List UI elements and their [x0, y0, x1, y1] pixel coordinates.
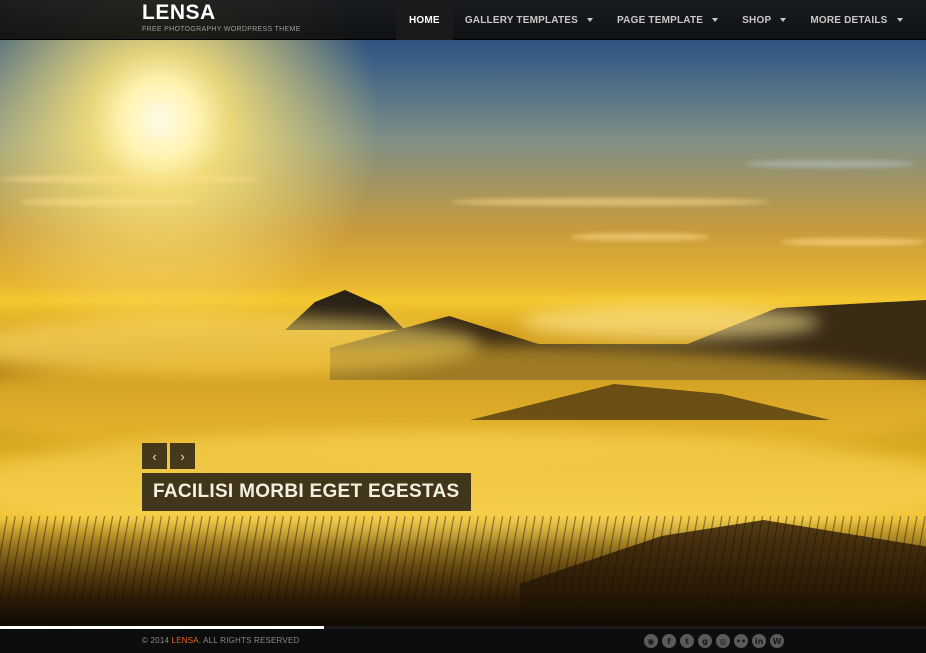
chevron-left-icon: ‹ — [152, 448, 157, 464]
facebook-icon[interactable]: f — [662, 634, 676, 648]
linkedin-icon[interactable]: in — [752, 634, 766, 648]
nav-item-home[interactable]: HOME — [396, 0, 453, 40]
cloud-layer — [520, 305, 820, 340]
dribbble-icon[interactable]: ◎ — [716, 634, 730, 648]
nav-item-shop[interactable]: SHOP — [730, 0, 798, 40]
sky-cloud — [20, 198, 200, 206]
wordpress-icon[interactable]: W — [770, 634, 784, 648]
main-menu: HOME GALLERY TEMPLATES PAGE TEMPLATE SHO… — [396, 0, 915, 40]
foreground-grass — [0, 516, 926, 626]
copyright-brand-link[interactable]: LENSA — [172, 636, 199, 645]
site-tagline: FREE PHOTOGRAPHY WORDPRESS THEME — [142, 26, 301, 33]
nav-item-gallery-templates[interactable]: GALLERY TEMPLATES — [453, 0, 605, 40]
top-navigation-bar: LENSA FREE PHOTOGRAPHY WORDPRESS THEME H… — [0, 0, 926, 40]
nav-item-page-template[interactable]: PAGE TEMPLATE — [605, 0, 730, 40]
sky-cloud — [745, 160, 915, 168]
rss-icon[interactable]: ◉ — [644, 634, 658, 648]
site-brand[interactable]: LENSA FREE PHOTOGRAPHY WORDPRESS THEME — [142, 2, 301, 34]
sky-cloud — [0, 175, 260, 183]
slider-controls: ‹ › — [142, 443, 195, 469]
caret-down-icon — [896, 18, 903, 22]
site-logo-title[interactable]: LENSA — [142, 2, 301, 24]
sky-cloud — [570, 233, 710, 241]
slider-prev-button[interactable]: ‹ — [142, 443, 167, 469]
nav-item-label: MORE DETAILS — [810, 14, 888, 26]
slide-caption[interactable]: FACILISI MORBI EGET EGESTAS — [142, 473, 471, 511]
copyright-suffix: . ALL RIGHTS RESERVED — [198, 636, 300, 645]
nav-item-label: PAGE TEMPLATE — [617, 14, 704, 26]
social-links: ◉ f t g ◎ •• in W — [644, 634, 784, 648]
copyright-prefix: © 2014 — [142, 636, 172, 645]
chevron-right-icon: › — [180, 448, 185, 464]
nav-item-label: GALLERY TEMPLATES — [464, 14, 579, 26]
twitter-icon[interactable]: t — [680, 634, 694, 648]
slider-next-button[interactable]: › — [170, 443, 195, 469]
caret-down-icon — [712, 18, 719, 22]
caret-down-icon — [780, 18, 787, 22]
hero-background-photo — [0, 0, 926, 626]
nav-item-more-details[interactable]: MORE DETAILS — [798, 0, 914, 40]
google-plus-icon[interactable]: g — [698, 634, 712, 648]
site-footer: © 2014 LENSA. ALL RIGHTS RESERVED ◉ f t g ◎ •… — [0, 629, 926, 653]
flickr-icon[interactable]: •• — [734, 634, 748, 648]
sky-cloud — [780, 238, 926, 246]
sky-cloud — [450, 198, 770, 206]
nav-item-label: SHOP — [742, 14, 772, 26]
nav-item-label: HOME — [409, 14, 440, 26]
caret-down-icon — [587, 18, 594, 22]
copyright-text: © 2014 LENSA. ALL RIGHTS RESERVED — [142, 636, 299, 645]
